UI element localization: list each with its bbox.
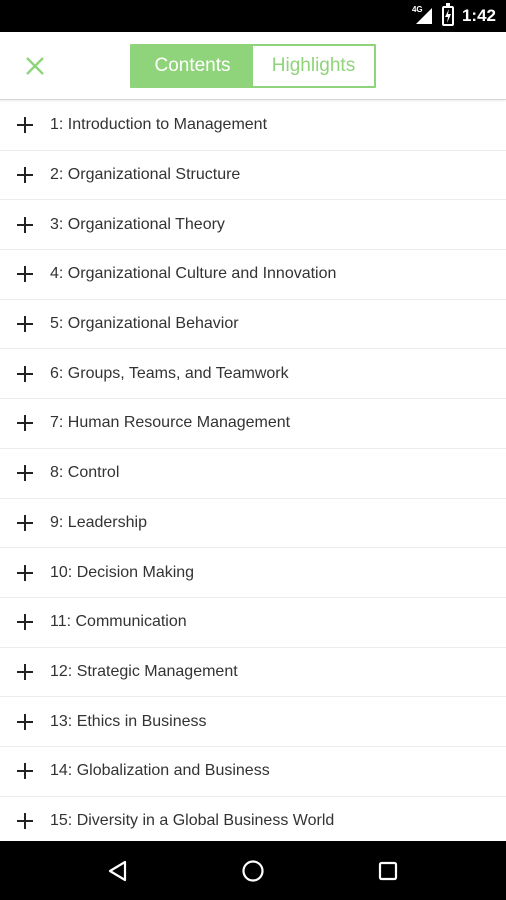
list-item[interactable]: 5: Organizational Behavior [0,300,506,350]
home-icon [242,859,264,882]
recents-icon [379,861,398,880]
list-item[interactable]: 7: Human Resource Management [0,399,506,449]
plus-icon[interactable] [0,101,50,150]
plus-icon[interactable] [0,300,50,349]
list-item[interactable]: 10: Decision Making [0,548,506,598]
plus-icon[interactable] [0,797,50,841]
plus-icon[interactable] [0,747,50,796]
list-item-label: 14: Globalization and Business [50,762,270,780]
list-item-label: 12: Strategic Management [50,662,238,680]
list-item-label: 6: Groups, Teams, and Teamwork [50,364,289,382]
plus-icon[interactable] [0,151,50,200]
list-item-label: 11: Communication [50,613,187,631]
list-item[interactable]: 11: Communication [0,598,506,648]
plus-icon[interactable] [0,598,50,647]
tab-contents[interactable]: Contents [132,46,253,86]
close-button[interactable] [18,48,52,84]
list-item[interactable]: 3: Organizational Theory [0,200,506,251]
home-button[interactable] [228,846,278,896]
back-button[interactable] [93,846,143,896]
list-item-label: 8: Control [50,464,120,482]
list-item[interactable]: 1: Introduction to Management [0,101,506,151]
list-item-label: 15: Diversity in a Global Business World [50,811,335,829]
battery-icon [441,3,454,26]
navigation-bar [0,841,506,900]
list-item-label: 5: Organizational Behavior [50,315,239,333]
plus-icon[interactable] [0,250,50,299]
tab-switcher: Contents Highlights [130,44,376,88]
list-item-label: 10: Decision Making [50,563,195,581]
list-item[interactable]: 8: Control [0,449,506,499]
list-item[interactable]: 9: Leadership [0,499,506,549]
plus-icon[interactable] [0,449,50,498]
plus-icon[interactable] [0,349,50,398]
plus-icon[interactable] [0,548,50,597]
recents-button[interactable] [363,846,413,896]
list-item-label: 3: Organizational Theory [50,215,225,233]
plus-icon[interactable] [0,697,50,746]
status-icons: 4G 1:42 [412,0,496,32]
plus-icon[interactable] [0,200,50,249]
status-time: 1:42 [461,6,496,25]
list-item-label: 1: Introduction to Management [50,116,268,134]
close-icon [26,57,44,75]
list-item[interactable]: 15: Diversity in a Global Business World [0,797,506,841]
list-item-label: 2: Organizational Structure [50,166,241,184]
list-item[interactable]: 6: Groups, Teams, and Teamwork [0,349,506,400]
list-item-label: 9: Leadership [50,513,147,531]
plus-icon[interactable] [0,399,50,448]
list-item-label: 7: Human Resource Management [50,414,291,432]
list-item[interactable]: 4: Organizational Culture and Innovation [0,250,506,300]
signal-icon: 4G [412,5,434,26]
plus-icon[interactable] [0,499,50,548]
list-item-label: 13: Ethics in Business [50,712,207,730]
list-item[interactable]: 2: Organizational Structure [0,151,506,201]
status-bar: 4G 1:42 [0,0,506,32]
list-item-label: 4: Organizational Culture and Innovation [50,265,337,283]
list-item[interactable]: 12: Strategic Management [0,648,506,698]
list-item[interactable]: 13: Ethics in Business [0,697,506,747]
toolbar: Contents Highlights [0,32,506,100]
plus-icon[interactable] [0,648,50,697]
chapter-list: 1: Introduction to Management 2: Organiz… [0,101,506,841]
list-item[interactable]: 14: Globalization and Business [0,747,506,797]
back-icon [108,860,126,881]
tab-highlights[interactable]: Highlights [253,46,374,86]
